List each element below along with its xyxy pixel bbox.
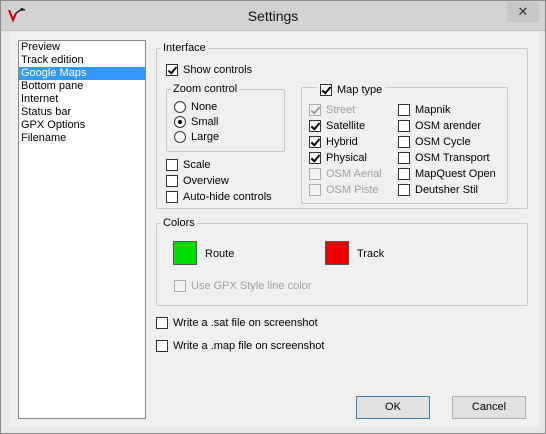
route-color-swatch[interactable] bbox=[173, 241, 197, 265]
autohide-box[interactable] bbox=[166, 191, 178, 204]
colors-legend: Colors bbox=[163, 217, 195, 229]
zoom-none-label: None bbox=[191, 101, 218, 114]
map-type-option-box[interactable] bbox=[309, 184, 321, 197]
map-type-label: Map type bbox=[337, 84, 383, 97]
settings-category-item[interactable]: Preview bbox=[19, 41, 145, 54]
zoom-large-radio[interactable]: Large bbox=[174, 130, 219, 144]
write-sat-checkbox[interactable]: Write a .sat file on screenshot bbox=[156, 316, 318, 330]
map-type-option-box[interactable] bbox=[398, 152, 410, 165]
zoom-control-legend: Zoom control bbox=[173, 83, 238, 95]
cancel-button[interactable]: Cancel bbox=[452, 396, 526, 419]
map-type-option[interactable]: Deutsher Stil bbox=[398, 183, 478, 197]
write-sat-label: Write a .sat file on screenshot bbox=[173, 317, 318, 330]
map-type-option[interactable]: OSM arender bbox=[398, 119, 481, 133]
zoom-small-radio[interactable]: Small bbox=[174, 115, 219, 129]
map-type-option-label: Street bbox=[326, 104, 356, 117]
map-type-option-box[interactable] bbox=[398, 184, 410, 197]
map-type-option-box[interactable] bbox=[398, 168, 410, 181]
map-type-option[interactable]: Mapnik bbox=[398, 103, 450, 117]
map-type-option-label: Satellite bbox=[326, 120, 366, 133]
map-type-option-label: OSM Cycle bbox=[415, 136, 471, 149]
show-controls-checkbox[interactable]: Show controls bbox=[166, 63, 252, 77]
map-type-option-label: OSM Transport bbox=[415, 152, 490, 165]
gpx-style-checkbox[interactable]: Use GPX Style line color bbox=[174, 279, 311, 293]
map-type-option[interactable]: Street bbox=[309, 103, 355, 117]
scale-checkbox[interactable]: Scale bbox=[166, 158, 211, 172]
settings-category-item[interactable]: Google Maps bbox=[19, 67, 145, 80]
zoom-large-label: Large bbox=[191, 131, 220, 144]
route-color-label: Route bbox=[205, 248, 235, 260]
map-type-option-box[interactable] bbox=[398, 120, 410, 133]
map-type-option-box[interactable] bbox=[309, 168, 321, 181]
map-type-option-label: Mapnik bbox=[415, 104, 451, 117]
map-type-option[interactable]: OSM Cycle bbox=[398, 135, 471, 149]
autohide-label: Auto-hide controls bbox=[183, 191, 272, 204]
zoom-none-dot[interactable] bbox=[174, 101, 186, 114]
write-map-label: Write a .map file on screenshot bbox=[173, 340, 325, 353]
overview-box[interactable] bbox=[166, 175, 178, 188]
map-type-option-label: Deutsher Stil bbox=[415, 184, 478, 197]
interface-legend: Interface bbox=[163, 42, 206, 54]
track-color-label: Track bbox=[357, 248, 385, 260]
show-controls-box[interactable] bbox=[166, 64, 178, 77]
window-title: Settings bbox=[247, 8, 299, 24]
settings-category-item[interactable]: Bottom pane bbox=[19, 80, 145, 93]
settings-category-item[interactable]: Track edition bbox=[19, 54, 145, 67]
map-type-option[interactable]: OSM Piste bbox=[309, 183, 379, 197]
close-icon: ✕ bbox=[517, 4, 529, 19]
write-sat-box[interactable] bbox=[156, 317, 168, 330]
autohide-checkbox[interactable]: Auto-hide controls bbox=[166, 190, 272, 204]
title-bar[interactable]: Settings ✕ bbox=[1, 1, 545, 31]
map-type-option-box[interactable] bbox=[309, 136, 321, 149]
close-button[interactable]: ✕ bbox=[507, 2, 539, 22]
map-type-option-label: Hybrid bbox=[326, 136, 358, 149]
gpx-style-label: Use GPX Style line color bbox=[191, 280, 312, 293]
map-type-option-label: OSM Piste bbox=[326, 184, 379, 197]
settings-category-item[interactable]: Status bar bbox=[19, 106, 145, 119]
map-type-option-label: OSM Aerial bbox=[326, 168, 382, 181]
map-type-option-box[interactable] bbox=[309, 104, 321, 117]
map-type-option-label: MapQuest Open bbox=[415, 168, 496, 181]
map-type-option[interactable]: OSM Transport bbox=[398, 151, 490, 165]
track-color-swatch[interactable] bbox=[325, 241, 349, 265]
settings-category-list[interactable]: Preview Track edition Google Maps Bottom pa… bbox=[18, 40, 146, 419]
zoom-large-dot[interactable] bbox=[174, 131, 186, 144]
overview-checkbox[interactable]: Overview bbox=[166, 174, 229, 188]
zoom-none-radio[interactable]: None bbox=[174, 100, 217, 114]
scale-label: Scale bbox=[183, 159, 211, 172]
map-type-option-box[interactable] bbox=[309, 120, 321, 133]
map-type-option[interactable]: Hybrid bbox=[309, 135, 358, 149]
gpx-style-box[interactable] bbox=[174, 280, 186, 293]
map-type-option-label: OSM arender bbox=[415, 120, 482, 133]
scale-box[interactable] bbox=[166, 159, 178, 172]
map-type-option-label: Physical bbox=[326, 152, 367, 165]
settings-window: Settings ✕ Preview Track edition Google Ma… bbox=[0, 0, 546, 434]
write-map-box[interactable] bbox=[156, 340, 168, 353]
ok-button[interactable]: OK bbox=[356, 396, 430, 419]
settings-category-item[interactable]: Filename bbox=[19, 132, 145, 145]
map-type-option[interactable]: OSM Aerial bbox=[309, 167, 382, 181]
map-type-option[interactable]: Physical bbox=[309, 151, 367, 165]
map-type-option[interactable]: Satellite bbox=[309, 119, 365, 133]
write-map-checkbox[interactable]: Write a .map file on screenshot bbox=[156, 339, 324, 353]
map-type-option[interactable]: MapQuest Open bbox=[398, 167, 496, 181]
map-type-option-box[interactable] bbox=[398, 136, 410, 149]
map-type-option-box[interactable] bbox=[309, 152, 321, 165]
map-type-checkbox[interactable]: Map type bbox=[317, 83, 386, 97]
show-controls-label: Show controls bbox=[183, 64, 253, 77]
settings-category-item[interactable]: Internet bbox=[19, 93, 145, 106]
zoom-small-label: Small bbox=[191, 116, 219, 129]
map-type-option-box[interactable] bbox=[398, 104, 410, 117]
map-type-box[interactable] bbox=[320, 84, 332, 97]
dialog-body: Preview Track edition Google Maps Bottom pa… bbox=[9, 32, 539, 427]
settings-category-item[interactable]: GPX Options bbox=[19, 119, 145, 132]
zoom-small-dot[interactable] bbox=[174, 116, 186, 129]
overview-label: Overview bbox=[183, 175, 229, 188]
